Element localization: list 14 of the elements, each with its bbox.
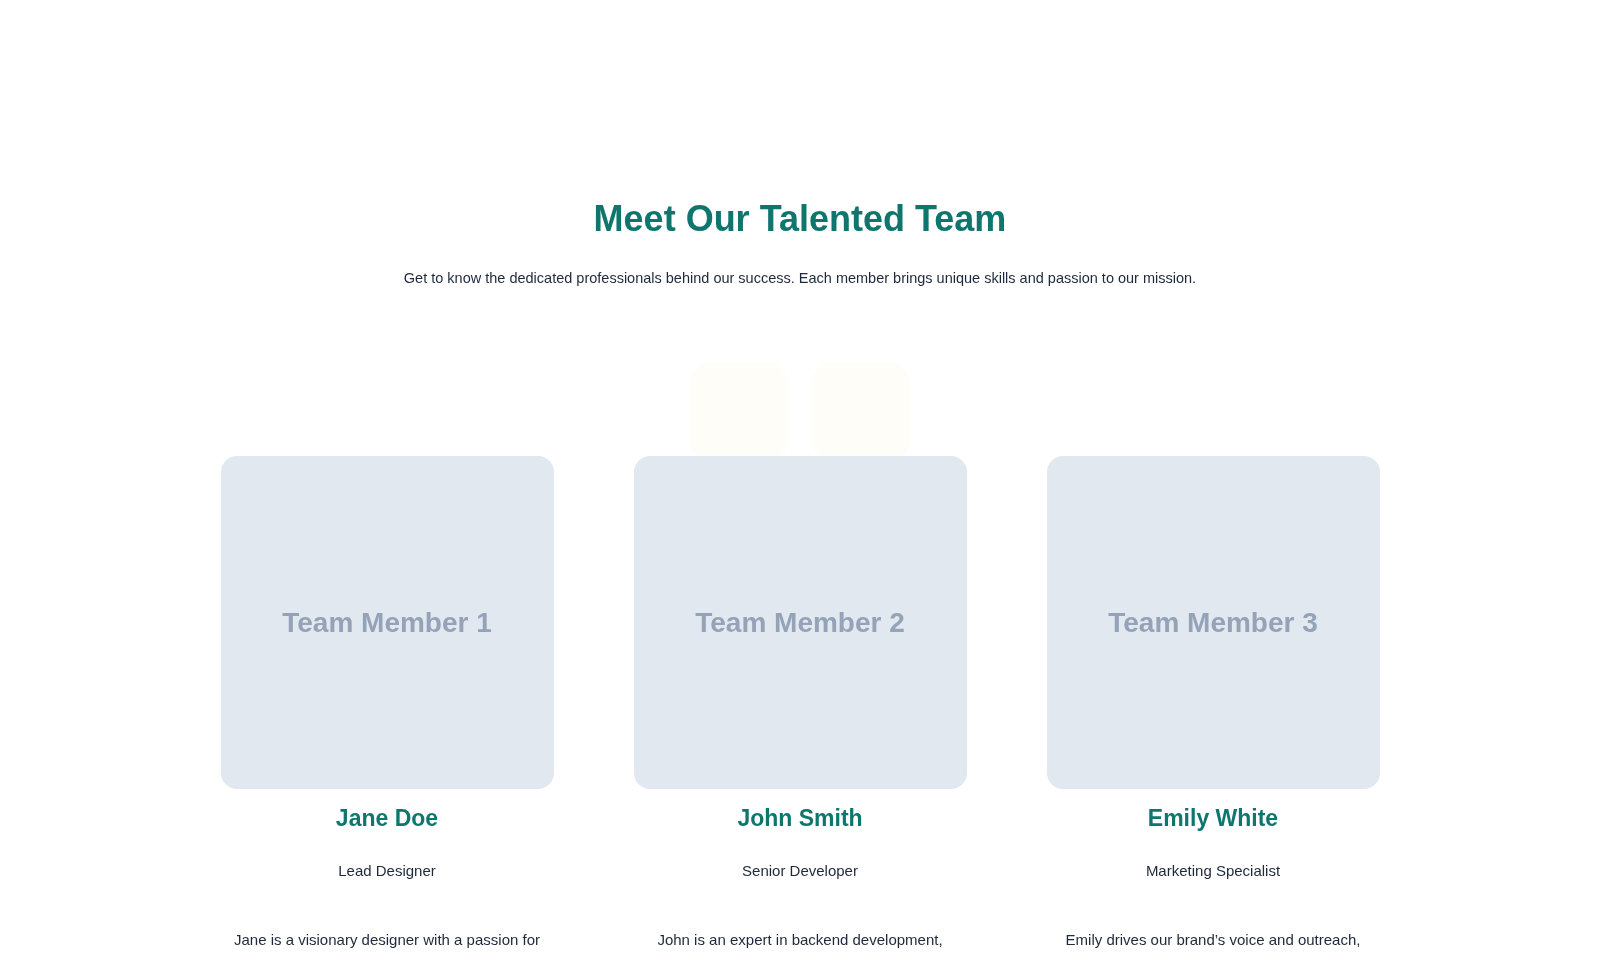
member-bio: John is an expert in backend development, [657, 931, 943, 948]
member-role: Senior Developer [742, 862, 858, 879]
section-subtitle: Get to know the dedicated professionals behind our success. Each member brings unique skills and passion to our mission. [403, 270, 1197, 286]
member-bio: Jane is a visionary designer with a passion for [234, 931, 540, 948]
photo-label: Team Member 3 [1108, 606, 1318, 639]
member-role: Marketing Specialist [1145, 862, 1281, 879]
photo-label: Team Member 2 [695, 606, 905, 639]
photo-label: Team Member 1 [282, 606, 492, 639]
member-name: Emily White [1147, 805, 1279, 832]
section-title: Meet Our Talented Team [593, 198, 1007, 240]
member-name: Jane Doe [335, 805, 439, 832]
member-role: Lead Designer [338, 862, 436, 879]
member-name: John Smith [737, 805, 863, 832]
member-bio: Emily drives our brand’s voice and outreach, [1065, 931, 1361, 948]
